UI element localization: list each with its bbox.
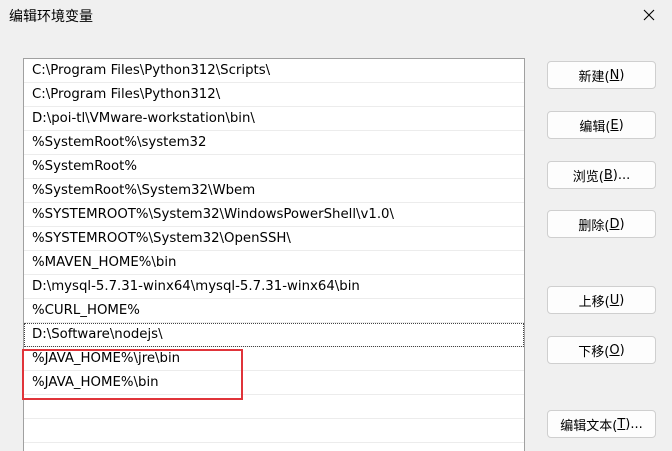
- list-item[interactable]: %CURL_HOME%: [24, 299, 524, 323]
- list-item[interactable]: %SystemRoot%: [24, 155, 524, 179]
- list-item[interactable]: %JAVA_HOME%\bin: [24, 371, 524, 395]
- move-down-button[interactable]: 下移(O): [547, 336, 656, 364]
- delete-button-suffix: ): [619, 216, 625, 232]
- delete-button-accel: D: [609, 216, 620, 232]
- browse-button-suffix: )...: [612, 167, 631, 183]
- edit-text-button-accel: T: [617, 416, 626, 432]
- list-item[interactable]: %SystemRoot%\System32\Wbem: [24, 179, 524, 203]
- delete-button[interactable]: 删除(D): [547, 210, 656, 238]
- edit-text-button-label: 编辑文本(: [560, 418, 618, 434]
- list-item[interactable]: %MAVEN_HOME%\bin: [24, 251, 524, 275]
- list-item[interactable]: C:\Program Files\Python312\Scripts\: [24, 59, 524, 83]
- new-button-label: 新建(: [578, 69, 610, 85]
- new-button[interactable]: 新建(N): [547, 61, 656, 89]
- list-item[interactable]: C:\Program Files\Python312\: [24, 83, 524, 107]
- move-down-button-label: 下移(: [578, 344, 610, 360]
- list-item-empty[interactable]: [24, 419, 524, 443]
- browse-button[interactable]: 浏览(B)...: [547, 161, 656, 189]
- close-button[interactable]: [626, 0, 672, 34]
- move-down-button-suffix: ): [619, 342, 625, 358]
- move-up-button-suffix: ): [619, 292, 625, 308]
- new-button-suffix: ): [619, 67, 625, 83]
- move-up-button-label: 上移(: [578, 294, 610, 310]
- list-item[interactable]: D:\poi-tl\VMware-workstation\bin\: [24, 107, 524, 131]
- list-item-empty[interactable]: [24, 395, 524, 419]
- list-item[interactable]: %SystemRoot%\system32: [24, 131, 524, 155]
- edit-text-button[interactable]: 编辑文本(T)...: [547, 410, 656, 438]
- list-item[interactable]: %SYSTEMROOT%\System32\WindowsPowerShell\…: [24, 203, 524, 227]
- move-up-button[interactable]: 上移(U): [547, 286, 656, 314]
- close-icon: [643, 9, 655, 21]
- list-item[interactable]: %SYSTEMROOT%\System32\OpenSSH\: [24, 227, 524, 251]
- list-item-selected[interactable]: D:\Software\nodejs\: [24, 323, 524, 347]
- new-button-accel: N: [609, 67, 620, 83]
- window-title: 编辑环境变量: [9, 9, 93, 25]
- title-bar: 编辑环境变量: [0, 0, 672, 34]
- browse-button-accel: B: [603, 167, 613, 183]
- list-item[interactable]: %JAVA_HOME%\jre\bin: [24, 347, 524, 371]
- move-down-button-accel: O: [609, 342, 620, 358]
- move-up-button-accel: U: [609, 292, 620, 308]
- edit-button-label: 编辑(: [579, 119, 611, 135]
- browse-button-label: 浏览(: [572, 169, 604, 185]
- edit-button-suffix: ): [618, 117, 624, 133]
- delete-button-label: 删除(: [578, 218, 610, 234]
- path-list[interactable]: C:\Program Files\Python312\Scripts\ C:\P…: [23, 58, 525, 451]
- edit-button-accel: E: [610, 117, 619, 133]
- list-item[interactable]: D:\mysql-5.7.31-winx64\mysql-5.7.31-winx…: [24, 275, 524, 299]
- edit-button[interactable]: 编辑(E): [547, 111, 656, 139]
- edit-text-button-suffix: )...: [625, 416, 643, 432]
